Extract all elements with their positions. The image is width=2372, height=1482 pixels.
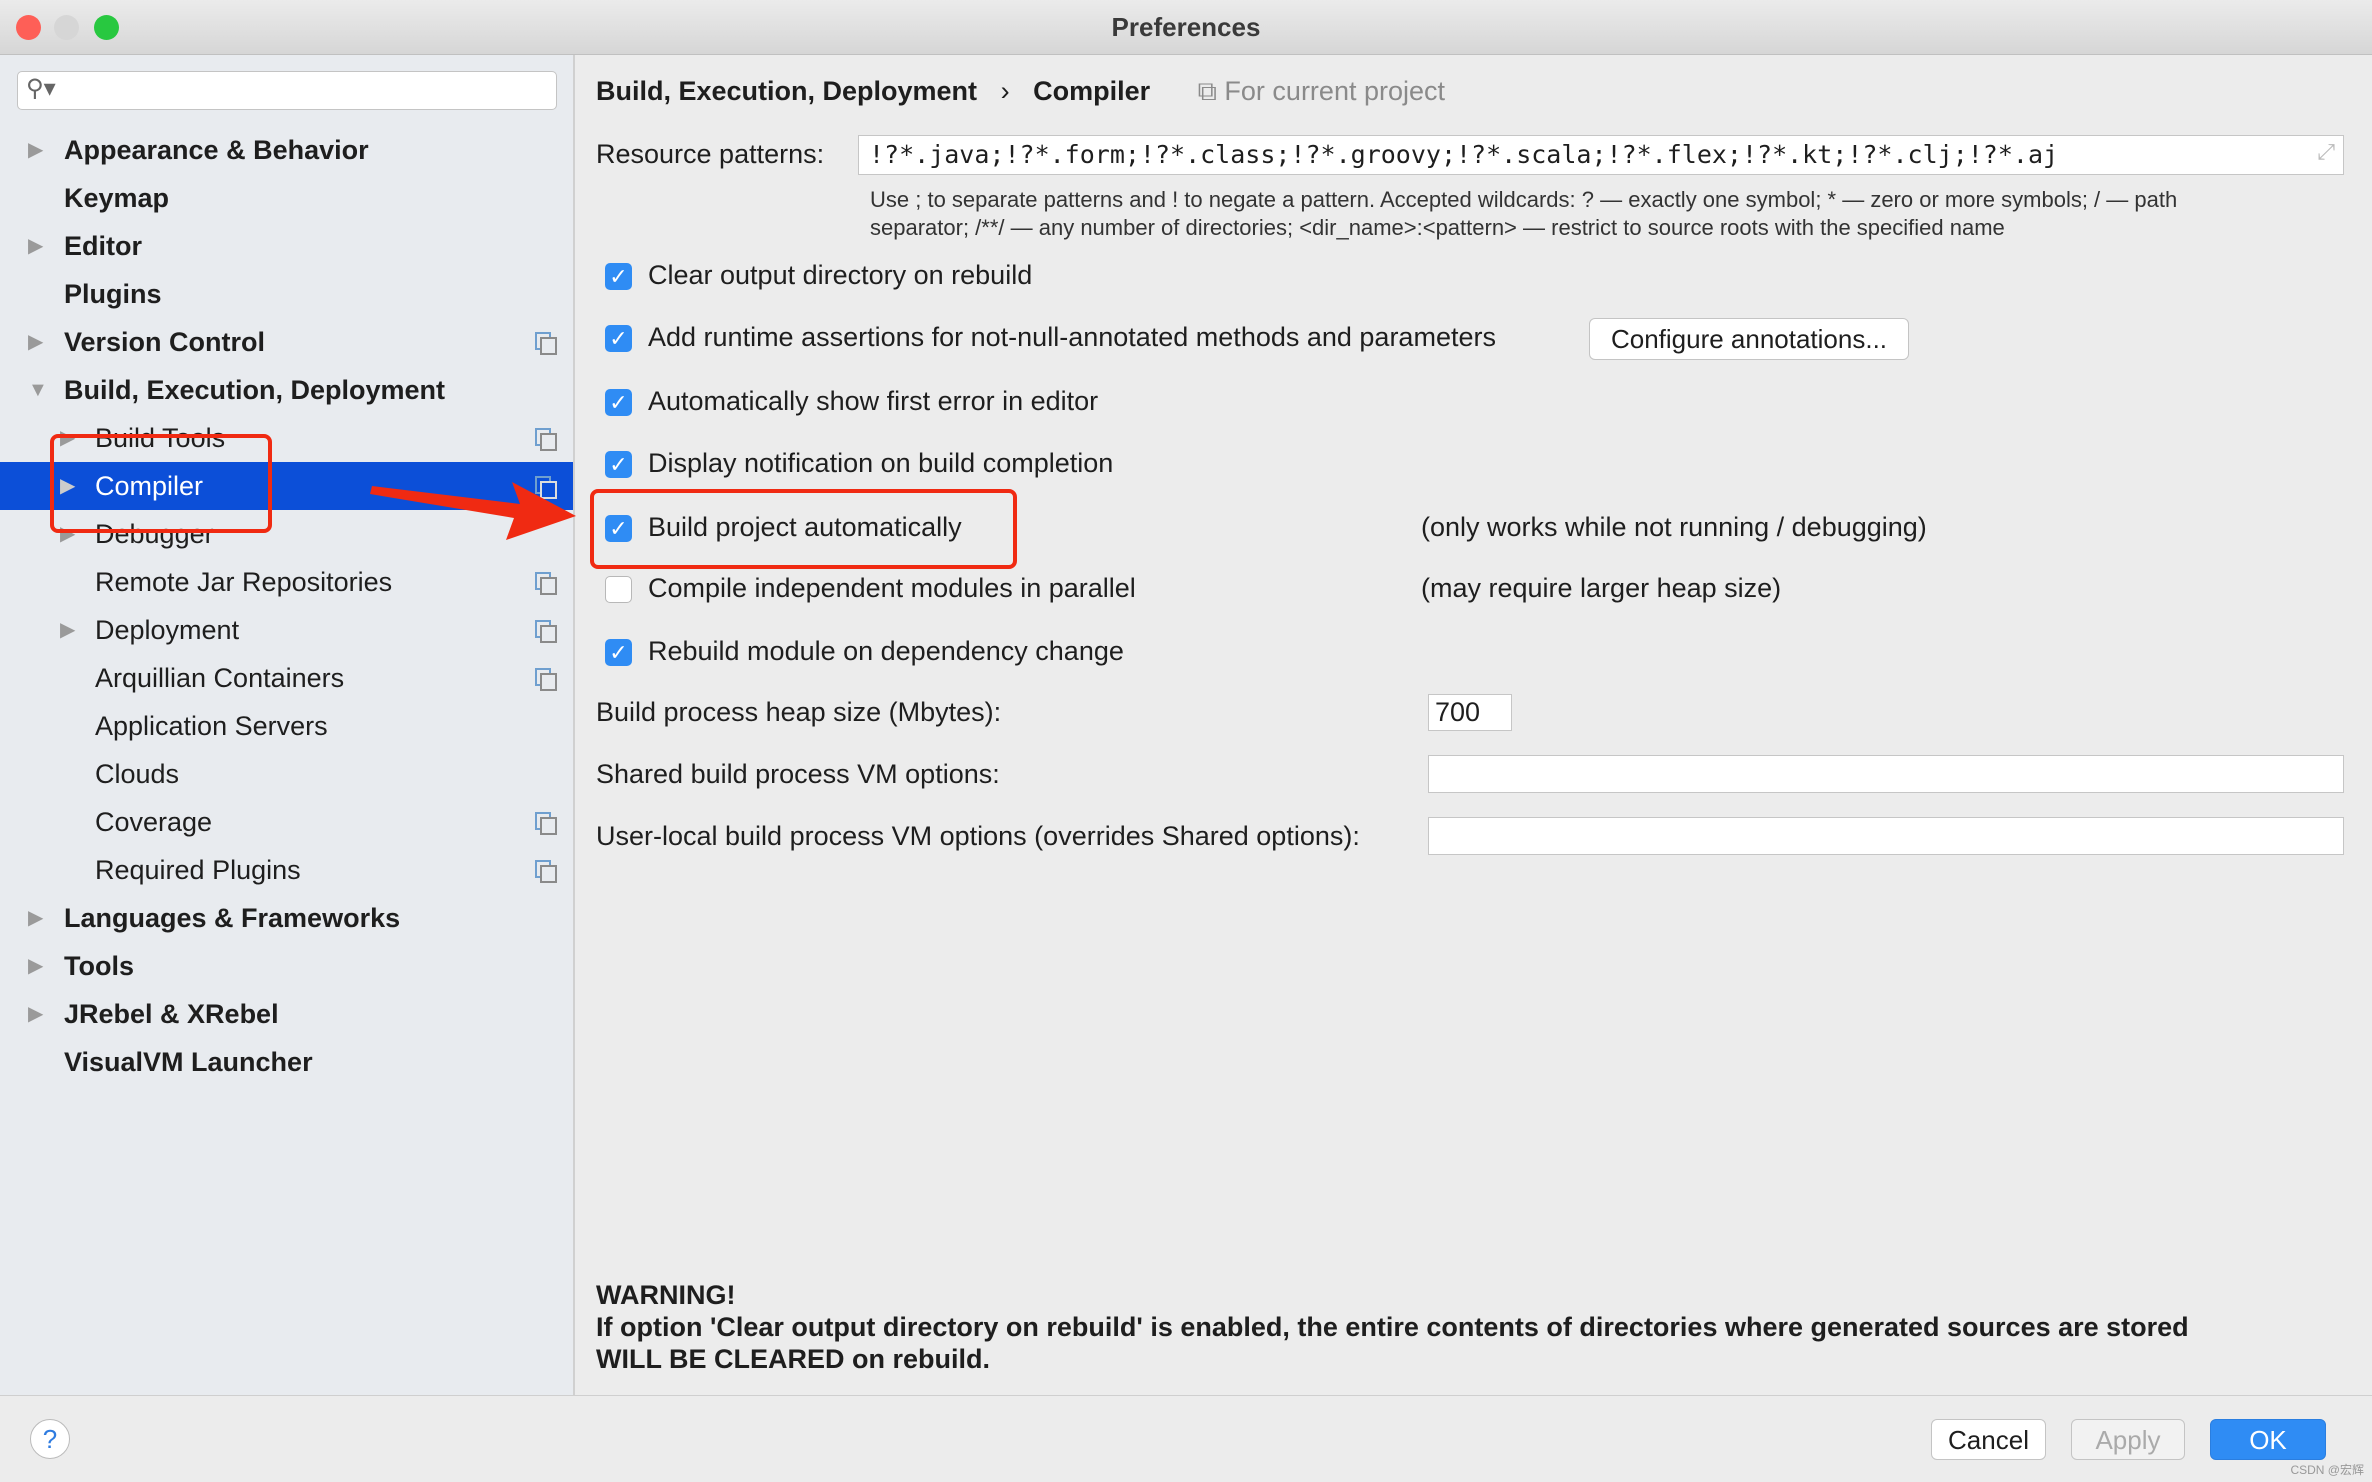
sidebar-item[interactable]: Coverage (0, 798, 573, 846)
user-vm-options-label: User-local build process VM options (ove… (596, 821, 1360, 851)
project-scope-icon (535, 428, 557, 451)
sidebar-item-label: Build, Execution, Deployment (64, 375, 446, 405)
checkbox-label[interactable]: Automatically show first error in editor (648, 386, 1098, 417)
checkbox[interactable]: ✓ (605, 389, 632, 416)
sidebar-item[interactable]: Keymap (0, 174, 573, 222)
checkbox-label[interactable]: Clear output directory on rebuild (648, 260, 1032, 291)
sidebar-item[interactable]: ▶ Appearance & Behavior (0, 126, 573, 174)
chevron-down-icon[interactable]: ▼ (28, 366, 48, 414)
apply-button[interactable]: Apply (2071, 1419, 2185, 1460)
annotation-arrow (370, 482, 576, 540)
expand-icon[interactable]: ⤢ (2317, 140, 2335, 165)
sidebar-item[interactable]: ▶ Tools (0, 942, 573, 990)
annotation-box-option (590, 489, 1017, 569)
chevron-right-icon[interactable]: ▶ (28, 894, 43, 942)
user-vm-options-input[interactable] (1428, 817, 2344, 855)
help-button[interactable]: ? (30, 1419, 70, 1459)
annotation-box-sidebar (50, 434, 272, 533)
ok-button[interactable]: OK (2210, 1419, 2326, 1460)
configure-annotations-button[interactable]: Configure annotations... (1589, 318, 1909, 360)
sidebar-item-label: Remote Jar Repositories (95, 567, 393, 597)
scope-label: ⧉ For current project (1197, 76, 1445, 106)
sidebar-item-label: Coverage (95, 807, 213, 837)
checkbox-label[interactable]: Rebuild module on dependency change (648, 636, 1124, 667)
sidebar-item-label: Deployment (95, 615, 240, 645)
sidebar-item-label: Application Servers (95, 711, 328, 741)
sidebar-item-label: Plugins (64, 279, 162, 309)
resource-patterns-input[interactable]: !?*.java;!?*.form;!?*.class;!?*.groovy;!… (858, 135, 2344, 175)
sidebar-item-label: Languages & Frameworks (64, 903, 401, 933)
chevron-right-icon[interactable]: ▶ (60, 606, 75, 654)
sidebar-item[interactable]: ▶ Deployment (0, 606, 573, 654)
checkbox[interactable]: ✓ (605, 263, 632, 290)
sidebar-item-label: Arquillian Containers (95, 663, 345, 693)
project-scope-icon (535, 620, 557, 643)
sidebar-item[interactable]: Required Plugins (0, 846, 573, 894)
sidebar-item-label: VisualVM Launcher (64, 1047, 313, 1077)
warning-text: WARNING! If option 'Clear output director… (596, 1280, 2189, 1374)
option-hint: (may require larger heap size) (1421, 573, 1782, 603)
arrow-shape (370, 482, 576, 540)
project-scope-icon (535, 668, 557, 691)
project-scope-icon (535, 860, 557, 883)
cancel-button[interactable]: Cancel (1931, 1419, 2046, 1460)
resource-patterns-label: Resource patterns: (596, 139, 825, 169)
sidebar-item[interactable]: ▼ Build, Execution, Deployment (0, 366, 573, 414)
chevron-right-icon[interactable]: ▶ (28, 942, 43, 990)
sidebar-item[interactable]: ▶ JRebel & XRebel (0, 990, 573, 1038)
sidebar-item[interactable]: Plugins (0, 270, 573, 318)
sidebar-item-label: Version Control (64, 327, 266, 357)
chevron-right-icon[interactable]: ▶ (28, 318, 43, 366)
breadcrumb: Build, Execution, Deployment › Compiler … (596, 76, 1445, 108)
chevron-right-icon[interactable]: ▶ (28, 222, 43, 270)
sidebar-item-label: JRebel & XRebel (64, 999, 279, 1029)
sidebar-item[interactable]: ▶ Version Control (0, 318, 573, 366)
project-scope-icon (535, 812, 557, 835)
sidebar-item-label: Clouds (95, 759, 180, 789)
sidebar-item[interactable]: Application Servers (0, 702, 573, 750)
checkbox-label[interactable]: Compile independent modules in parallel (648, 573, 1136, 604)
breadcrumb-parent[interactable]: Build, Execution, Deployment (596, 76, 977, 106)
sidebar-item[interactable]: Clouds (0, 750, 573, 798)
search-input[interactable]: ⚲▾ (17, 71, 557, 110)
checkbox[interactable]: ✓ (605, 639, 632, 666)
checkbox[interactable]: ✓ (605, 451, 632, 478)
heap-size-label: Build process heap size (Mbytes): (596, 697, 1002, 727)
title-bar: Preferences (0, 0, 2372, 55)
checkbox-label[interactable]: Add runtime assertions for not-null-anno… (648, 322, 1496, 353)
sidebar-item-label: Keymap (64, 183, 170, 213)
checkbox[interactable]: ✓ (605, 325, 632, 352)
chevron-right-icon[interactable]: ▶ (28, 990, 43, 1038)
watermark: CSDN @宏辉 (2290, 1463, 2364, 1477)
checkbox[interactable] (605, 576, 632, 603)
shared-vm-options-input[interactable] (1428, 755, 2344, 793)
breadcrumb-separator: › (1000, 76, 1010, 106)
resource-patterns-help: Use ; to separate patterns and ! to nega… (870, 187, 2178, 240)
chevron-right-icon[interactable]: ▶ (28, 126, 43, 174)
project-scope-icon (535, 572, 557, 595)
copy-icon: ⧉ (1197, 76, 1217, 106)
breadcrumb-current: Compiler (1033, 76, 1151, 106)
sidebar-item[interactable]: Arquillian Containers (0, 654, 573, 702)
sidebar-item[interactable]: ▶ Editor (0, 222, 573, 270)
sidebar-item[interactable]: VisualVM Launcher (0, 1038, 573, 1086)
window-title: Preferences (1111, 12, 1261, 42)
option-hint: (only works while not running / debuggin… (1421, 512, 1927, 542)
shared-vm-options-label: Shared build process VM options: (596, 759, 1000, 789)
heap-size-input[interactable]: 700 (1428, 694, 1512, 731)
sidebar-item-label: Editor (64, 231, 142, 261)
checkbox-label[interactable]: Display notification on build completion (648, 448, 1113, 479)
sidebar-item[interactable]: ▶ Languages & Frameworks (0, 894, 573, 942)
sidebar-item[interactable]: Remote Jar Repositories (0, 558, 573, 606)
search-icon: ⚲▾ (26, 75, 56, 102)
sidebar-item-label: Appearance & Behavior (64, 135, 369, 165)
sidebar-item-label: Tools (64, 951, 134, 981)
project-scope-icon (535, 332, 557, 355)
sidebar-item-label: Required Plugins (95, 855, 301, 885)
